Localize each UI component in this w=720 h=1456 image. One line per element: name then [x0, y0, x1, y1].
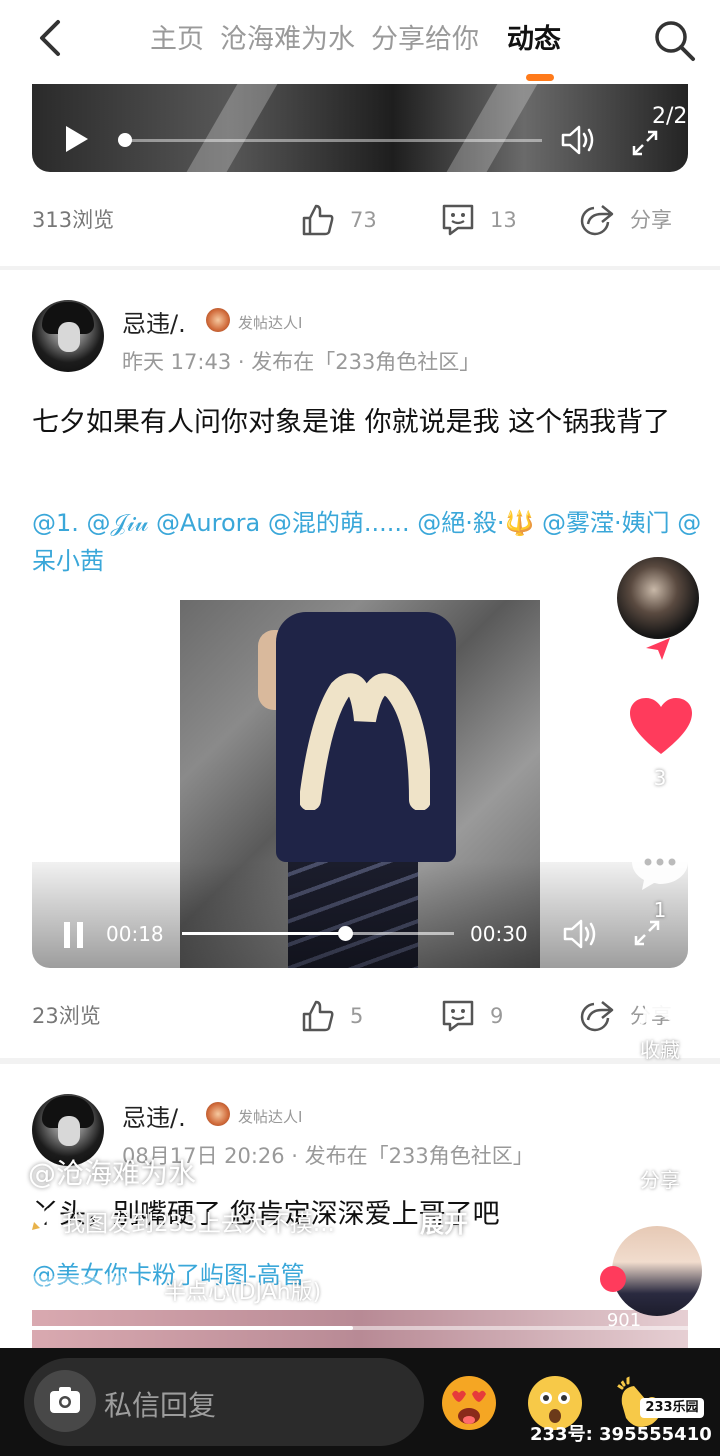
tab-bar: 主页 沧海难为水 分享给你 动态	[150, 20, 577, 60]
tab-share[interactable]: 分享给你	[371, 20, 479, 60]
volume-icon[interactable]	[560, 124, 598, 156]
volume-icon[interactable]	[562, 918, 600, 950]
reply-placeholder: 私信回复	[104, 1389, 217, 1422]
comment-button[interactable]: 9	[440, 986, 503, 1046]
fullscreen-icon[interactable]	[634, 920, 660, 946]
creator-avatar[interactable]	[614, 554, 702, 642]
username[interactable]: 忌违/.	[122, 1098, 186, 1133]
camera-button[interactable]	[34, 1370, 96, 1432]
search-icon[interactable]	[652, 18, 696, 62]
edit-pencil-icon	[32, 1208, 54, 1230]
user-badge: 发帖达人I	[238, 1108, 303, 1126]
like-count: 73	[350, 208, 377, 232]
share-arrow-icon[interactable]	[628, 1100, 692, 1156]
video-progress-fill	[182, 932, 346, 935]
user-badge: 发帖达人I	[238, 314, 303, 332]
badge-icon	[206, 1102, 230, 1126]
star-icon[interactable]	[626, 966, 692, 1030]
music-title[interactable]: 半点心(DJAh版)	[164, 1276, 321, 1310]
overlay-progress-fill	[24, 1326, 354, 1330]
video-time: · 2分钟前	[244, 1164, 347, 1192]
video-description: 我图发到233上去大不摸...	[62, 1211, 335, 1237]
share-icon	[580, 1001, 614, 1032]
gift-count: 901	[606, 1310, 642, 1331]
favorite-label[interactable]: 收藏	[620, 1034, 700, 1063]
share-label: 分享	[630, 208, 672, 232]
tab-home[interactable]: 主页	[150, 20, 204, 60]
share-icon	[580, 205, 614, 236]
app-watermark-id: 233号: 395555410	[530, 1424, 712, 1445]
post-1-stats: 313浏览 73 13 分享	[0, 190, 720, 250]
like-count: 5	[350, 1004, 364, 1028]
music-app-link[interactable]: 去汽水听 ›	[24, 1276, 139, 1310]
play-icon[interactable]	[62, 124, 92, 154]
live-avatar[interactable]	[612, 1226, 702, 1316]
view-count: 313浏览	[32, 208, 115, 232]
share-button[interactable]: 分享	[580, 190, 672, 250]
follow-icon[interactable]	[644, 636, 672, 662]
video-pager: 2/2	[652, 104, 688, 129]
comment-button[interactable]: 13	[440, 190, 517, 250]
tab-feed[interactable]: 动态	[507, 20, 561, 60]
shirt-logo-icon	[300, 673, 430, 810]
tab-user[interactable]: 沧海难为水	[220, 20, 355, 60]
post-2-stats: 23浏览 5 9 分享	[0, 986, 720, 1046]
camera-icon	[50, 1387, 80, 1413]
video-author[interactable]: @沧海难为水	[28, 1152, 196, 1192]
mention-links[interactable]: @1. @𝒥𝒾𝓊 @Aurora @混的萌...... @絕·殺·🔱 @雾滢·姨…	[32, 504, 704, 580]
share-label[interactable]: 分享	[620, 1164, 700, 1193]
heart-icon[interactable]	[628, 696, 694, 756]
comment-count: 1	[653, 898, 667, 922]
like-button[interactable]: 73	[300, 190, 377, 250]
like-count: 3	[653, 766, 667, 790]
active-tab-indicator	[526, 74, 554, 81]
pause-icon[interactable]	[62, 920, 86, 950]
comment-face-icon	[442, 1000, 474, 1032]
comment-face-icon	[442, 204, 474, 236]
thumbs-up-icon	[302, 204, 334, 236]
top-nav-bar: 主页 沧海难为水 分享给你 动态	[0, 0, 720, 84]
heart-eyes-emoji-icon[interactable]	[440, 1374, 498, 1432]
video-total-time: 00:30	[470, 922, 528, 946]
video-progress-track[interactable]	[122, 139, 542, 142]
back-arrow-icon[interactable]	[32, 18, 72, 58]
post-1-video[interactable]: 2/2	[32, 84, 688, 172]
comment-bubble-icon[interactable]	[628, 836, 692, 892]
expand-button[interactable]: 展开	[420, 1204, 468, 1239]
post-text: 七夕如果有人问你对象是谁 你就说是我 这个锅我背了	[32, 407, 671, 438]
username[interactable]: 忌违/.	[122, 304, 186, 339]
video-current-time: 00:18	[106, 922, 164, 946]
thumbs-up-icon	[302, 1000, 334, 1032]
video-progress-handle[interactable]	[118, 133, 132, 147]
comment-count: 13	[490, 208, 517, 232]
badge-icon	[206, 308, 230, 332]
avatar[interactable]	[32, 300, 104, 372]
like-button[interactable]: 5	[300, 986, 363, 1046]
comment-count: 9	[490, 1004, 504, 1028]
view-count: 23浏览	[32, 1004, 101, 1028]
heart-badge-icon	[600, 1266, 626, 1292]
post-meta: 昨天 17:43 · 发布在「233角色社区」	[122, 350, 481, 374]
fullscreen-icon[interactable]	[632, 130, 658, 156]
video-controls	[32, 862, 688, 968]
app-watermark-badge: 233乐园	[640, 1398, 704, 1418]
